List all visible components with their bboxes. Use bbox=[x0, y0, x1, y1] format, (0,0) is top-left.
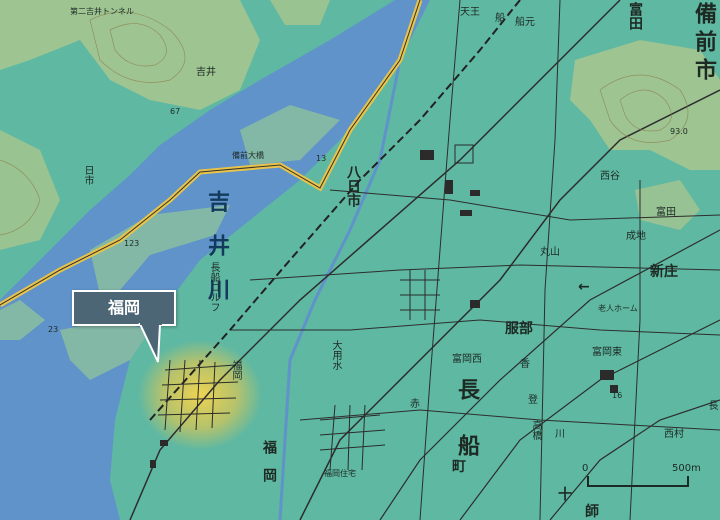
arrow-left-icon: ← bbox=[578, 279, 590, 295]
place-kawa: 川 bbox=[555, 429, 565, 440]
place-toge: 十 bbox=[558, 487, 572, 503]
place-tomioka-higashi: 富岡東 bbox=[592, 347, 622, 358]
place-bizen-bridge: 備前大橋 bbox=[232, 151, 264, 160]
location-callout[interactable]: 福岡 bbox=[72, 290, 176, 326]
place-kaori: 香 bbox=[520, 359, 530, 370]
place-yoshii-tunnel: 第二吉井トンネル bbox=[70, 7, 134, 16]
place-maruyama: 丸山 bbox=[540, 247, 560, 258]
place-takahashi: 高橋 bbox=[530, 420, 541, 440]
spot-height: 13 bbox=[316, 154, 327, 163]
place-shinjo: 新庄 bbox=[650, 264, 678, 280]
place-fukuoka-jutaku: 福岡住宅 bbox=[324, 469, 356, 478]
spot-height: 67 bbox=[170, 107, 181, 116]
place-yoshii: 吉井 bbox=[196, 67, 216, 78]
spot-height: 16 bbox=[612, 391, 623, 400]
place-shimura: 西村 bbox=[664, 429, 684, 440]
place-machi: 町 bbox=[452, 459, 466, 475]
scale-end: 500m bbox=[672, 463, 701, 474]
place-seichi: 成地 bbox=[626, 231, 646, 242]
place-tomioka-nishi: 富岡西 bbox=[452, 354, 482, 365]
place-hattori: 服部 bbox=[505, 321, 533, 337]
spot-height: 93.0 bbox=[670, 127, 688, 136]
place-funamoto: 船元 bbox=[515, 17, 535, 28]
place-bizen-city: 備前市 bbox=[691, 2, 716, 86]
place-kanoe: 長 bbox=[706, 400, 717, 410]
place-fukuoka-east: 福岡 bbox=[230, 360, 241, 380]
place-shi: 師 bbox=[585, 504, 599, 520]
map-graphics bbox=[0, 0, 720, 520]
place-yamada: 大用水 bbox=[330, 340, 341, 370]
place-fukuoka-south: 福 岡 bbox=[261, 440, 277, 482]
place-tenno: 天王 bbox=[460, 7, 480, 18]
place-rojin-home: 老人ホーム bbox=[598, 304, 638, 313]
place-hinoichi: 日市 bbox=[82, 165, 93, 185]
map-canvas[interactable]: 吉井 第二吉井トンネル 日市 八日市 天王 船 船元 富田 備前市 西谷 富田 … bbox=[0, 0, 720, 520]
place-aka: 赤 bbox=[410, 399, 420, 410]
place-kosato: 登 bbox=[528, 395, 538, 406]
spot-height: 23 bbox=[48, 325, 59, 334]
place-funa: 船 bbox=[495, 13, 505, 24]
place-tomita-east: 富田 bbox=[656, 207, 676, 218]
place-nishitani: 西谷 bbox=[600, 171, 620, 182]
scale-bar: 0 500m bbox=[580, 462, 701, 502]
scale-start: 0 bbox=[582, 463, 589, 474]
spot-height: 123 bbox=[124, 239, 140, 248]
river-label-golf: 長船ゴルフ bbox=[208, 262, 219, 312]
callout-label: 福岡 bbox=[107, 298, 140, 317]
place-youkaichi: 八日市 bbox=[345, 165, 361, 207]
place-osafune: 長 船 bbox=[454, 378, 479, 462]
place-tomita: 富田 bbox=[627, 2, 643, 30]
